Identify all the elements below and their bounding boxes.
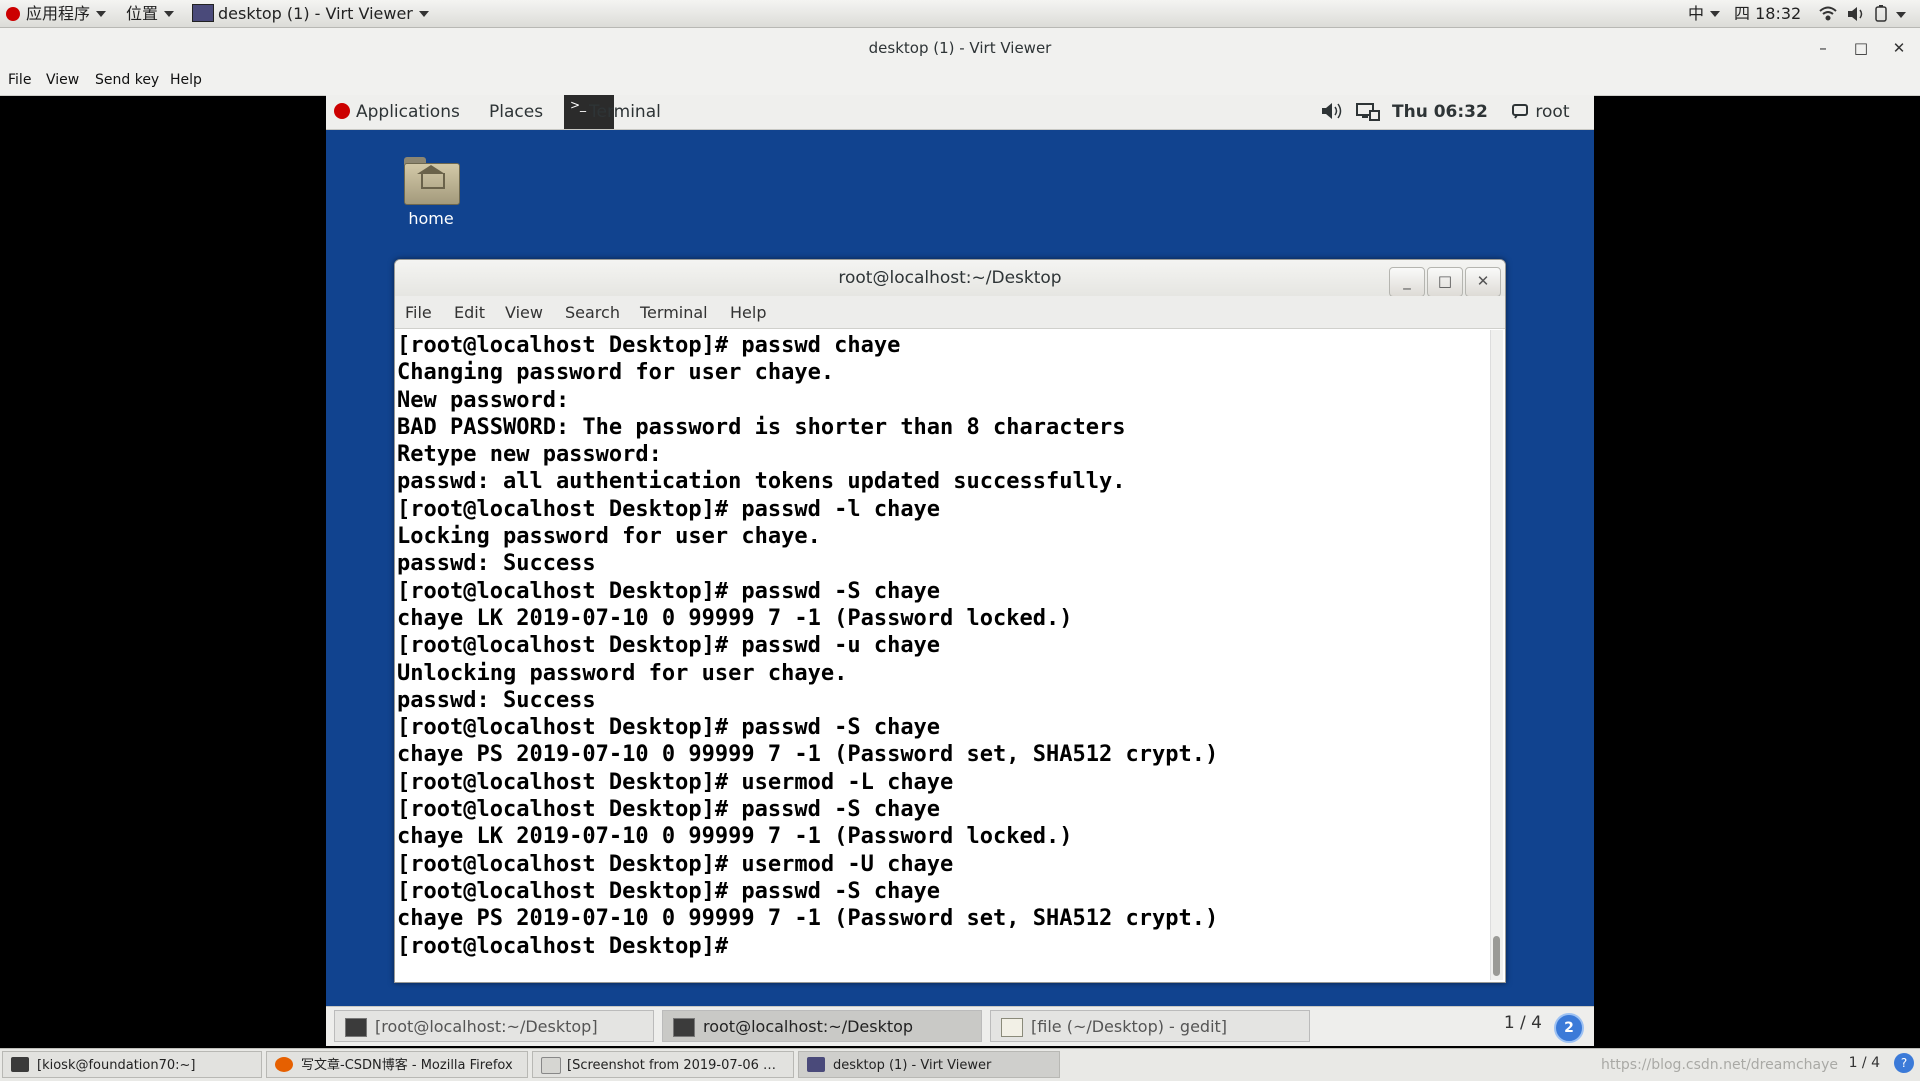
host-workspace-indicator[interactable]: 1 / 4 bbox=[1849, 1055, 1880, 1071]
host-taskbar: [kiosk@foundation70:~] 写文章-CSDN博客 - Mozi… bbox=[0, 1048, 1920, 1081]
terminal-minimize-button[interactable]: _ bbox=[1389, 267, 1425, 297]
system-status-area[interactable] bbox=[1818, 0, 1914, 27]
screenshot-icon bbox=[541, 1057, 561, 1074]
guest-taskbar: [root@localhost:~/Desktop] root@localhos… bbox=[326, 1006, 1594, 1046]
firefox-icon bbox=[275, 1057, 293, 1072]
host-task-virt-viewer[interactable]: desktop (1) - Virt Viewer bbox=[798, 1051, 1060, 1078]
wifi-icon bbox=[1819, 6, 1837, 21]
terminal-close-button[interactable]: ✕ bbox=[1465, 267, 1501, 297]
terminal-menu-terminal[interactable]: Terminal bbox=[640, 303, 708, 322]
terminal-icon bbox=[11, 1057, 29, 1072]
guest-task-gedit[interactable]: [file (~/Desktop) - gedit] bbox=[990, 1010, 1310, 1042]
host-task-firefox[interactable]: 写文章-CSDN博客 - Mozilla Firefox bbox=[266, 1051, 528, 1078]
chevron-down-icon bbox=[418, 11, 429, 17]
close-button[interactable]: ✕ bbox=[1884, 28, 1914, 68]
host-task-kiosk-terminal[interactable]: [kiosk@foundation70:~] bbox=[2, 1051, 262, 1078]
guest-user-menu[interactable]: root bbox=[1512, 95, 1570, 129]
minimize-button[interactable]: – bbox=[1808, 28, 1838, 68]
guest-applications-menu[interactable]: Applications bbox=[334, 95, 460, 129]
terminal-output[interactable]: [root@localhost Desktop]# passwd chaye C… bbox=[397, 332, 1487, 980]
terminal-menubar: File Edit View Search Terminal Help bbox=[395, 296, 1505, 329]
chevron-down-icon bbox=[1896, 12, 1906, 18]
window-title: desktop (1) - Virt Viewer bbox=[868, 39, 1052, 57]
guest-workspace-indicator[interactable]: 1 / 4 bbox=[1504, 1013, 1542, 1033]
input-method-indicator[interactable]: 中 bbox=[1688, 0, 1721, 27]
terminal-scrollbar-thumb[interactable] bbox=[1493, 936, 1500, 976]
terminal-menu-search[interactable]: Search bbox=[565, 303, 620, 322]
battery-icon bbox=[1875, 5, 1887, 22]
terminal-title: root@localhost:~/Desktop bbox=[838, 268, 1062, 288]
chevron-down-icon bbox=[96, 11, 107, 17]
host-places-menu[interactable]: 位置 bbox=[126, 0, 175, 27]
watermark-text: https://blog.csdn.net/dreamchaye bbox=[1601, 1057, 1838, 1073]
terminal-menu-file[interactable]: File bbox=[405, 303, 432, 322]
home-icon-label: home bbox=[408, 209, 454, 228]
host-clock[interactable]: 四 18:32 bbox=[1734, 0, 1801, 27]
host-help-icon[interactable]: ? bbox=[1894, 1053, 1914, 1073]
terminal-menu-edit[interactable]: Edit bbox=[454, 303, 485, 322]
terminal-icon bbox=[673, 1018, 695, 1037]
host-top-panel: 应用程序 位置 desktop (1) - Virt Viewer 中 四 18… bbox=[0, 0, 1920, 28]
terminal-menu-view[interactable]: View bbox=[505, 303, 543, 322]
chevron-down-icon bbox=[164, 11, 175, 17]
menu-file[interactable]: File bbox=[8, 72, 31, 88]
terminal-maximize-button[interactable]: □ bbox=[1427, 267, 1463, 297]
guest-clock[interactable]: Thu 06:32 bbox=[1392, 95, 1488, 129]
host-active-window-menu[interactable]: desktop (1) - Virt Viewer bbox=[192, 0, 429, 27]
chevron-down-icon bbox=[1710, 11, 1721, 17]
guest-places-menu[interactable]: Places bbox=[489, 95, 543, 129]
maximize-button[interactable]: □ bbox=[1846, 28, 1876, 68]
menu-help[interactable]: Help bbox=[170, 72, 202, 88]
menu-send-key[interactable]: Send key bbox=[95, 72, 159, 88]
home-folder-icon bbox=[404, 157, 460, 205]
user-icon bbox=[1512, 104, 1528, 119]
guest-network-icon[interactable] bbox=[1356, 95, 1380, 129]
host-task-screenshot[interactable]: [Screenshot from 2019-07-06 … bbox=[532, 1051, 794, 1078]
guest-active-app-menu[interactable]: Terminal bbox=[589, 95, 661, 129]
virt-viewer-menubar: File View Send key Help bbox=[0, 68, 1920, 96]
terminal-icon bbox=[345, 1018, 367, 1037]
virt-viewer-icon bbox=[192, 4, 214, 22]
guest-help-badge[interactable]: 2 bbox=[1554, 1013, 1584, 1043]
terminal-menu-help[interactable]: Help bbox=[730, 303, 766, 322]
redhat-logo-icon bbox=[6, 7, 20, 21]
terminal-titlebar[interactable]: root@localhost:~/Desktop _ □ ✕ bbox=[395, 260, 1505, 297]
terminal-scrollbar[interactable] bbox=[1490, 330, 1503, 980]
volume-icon bbox=[1848, 7, 1863, 21]
guest-task-terminal-1[interactable]: [root@localhost:~/Desktop] bbox=[334, 1010, 654, 1042]
desktop-home-icon[interactable]: home bbox=[396, 157, 466, 228]
redhat-logo-icon bbox=[334, 103, 350, 119]
system-tray-icons bbox=[1819, 5, 1906, 22]
menu-view[interactable]: View bbox=[46, 72, 79, 88]
guest-top-panel: Applications Places >_ Terminal Thu 06:3… bbox=[326, 95, 1594, 130]
virt-viewer-icon bbox=[807, 1057, 825, 1072]
guest-task-terminal-2[interactable]: root@localhost:~/Desktop bbox=[662, 1010, 982, 1042]
terminal-window[interactable]: root@localhost:~/Desktop _ □ ✕ File Edit V… bbox=[394, 259, 1506, 983]
gedit-icon bbox=[1001, 1018, 1023, 1037]
virt-viewer-titlebar: desktop (1) - Virt Viewer – □ ✕ bbox=[0, 28, 1920, 68]
guest-display[interactable]: Applications Places >_ Terminal Thu 06:3… bbox=[326, 95, 1594, 1046]
guest-volume-icon[interactable] bbox=[1320, 95, 1342, 129]
host-apps-menu[interactable]: 应用程序 bbox=[6, 0, 107, 27]
